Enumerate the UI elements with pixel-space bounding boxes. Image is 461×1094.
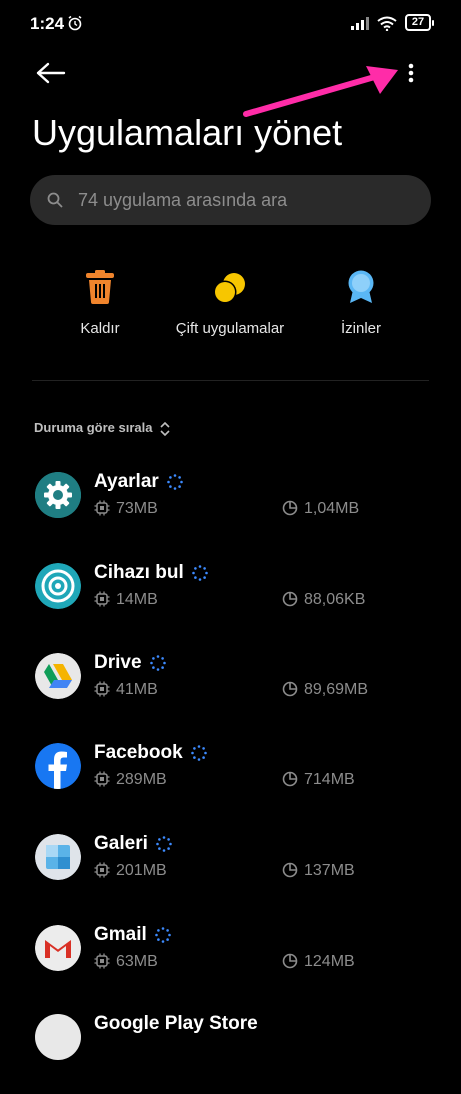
list-item[interactable]: Galeri 201MB 137MB bbox=[0, 833, 461, 914]
battery-icon: 27 bbox=[405, 14, 434, 31]
list-item[interactable]: Google Play Store bbox=[0, 1013, 461, 1094]
permissions-label: İzinler bbox=[340, 320, 381, 337]
ram-usage: 73MB bbox=[94, 500, 158, 518]
back-arrow-icon[interactable] bbox=[34, 58, 68, 88]
chip-icon bbox=[94, 681, 110, 697]
list-item[interactable]: Cihazı bul 14MB 88,06KB bbox=[0, 562, 461, 643]
app-name: Ayarlar bbox=[94, 471, 183, 493]
search-icon bbox=[47, 192, 63, 208]
gmail-icon bbox=[35, 925, 81, 971]
app-name: Drive bbox=[94, 652, 166, 674]
storage-pie-icon bbox=[282, 771, 298, 787]
app-name: Google Play Store bbox=[94, 1013, 258, 1034]
storage-usage: 89,69MB bbox=[282, 681, 368, 699]
more-options-icon[interactable] bbox=[400, 58, 422, 88]
gallery-icon bbox=[35, 834, 81, 880]
status-bar: 1:24 27 bbox=[0, 0, 461, 50]
sort-chevron-icon bbox=[160, 421, 170, 436]
search-input[interactable]: 74 uygulama arasında ara bbox=[30, 175, 431, 225]
loading-spinner-icon bbox=[156, 836, 172, 852]
find-device-icon bbox=[35, 563, 81, 609]
trash-icon bbox=[86, 270, 114, 304]
status-time: 1:24 bbox=[30, 14, 65, 33]
permissions-icon bbox=[348, 270, 374, 303]
list-item[interactable]: Gmail 63MB 124MB bbox=[0, 924, 461, 1005]
storage-pie-icon bbox=[282, 591, 298, 607]
ram-usage: 289MB bbox=[94, 771, 167, 789]
chip-icon bbox=[94, 591, 110, 607]
sort-dropdown[interactable]: Duruma göre sırala bbox=[34, 420, 170, 436]
loading-spinner-icon bbox=[149, 655, 166, 671]
loading-spinner-icon bbox=[190, 745, 207, 761]
ram-usage: 63MB bbox=[94, 953, 158, 971]
page-title: Uygulamaları yönet bbox=[32, 112, 343, 153]
wifi-icon bbox=[377, 16, 397, 31]
app-name: Cihazı bul bbox=[94, 562, 208, 584]
storage-usage: 137MB bbox=[282, 862, 355, 880]
drive-icon bbox=[35, 653, 81, 699]
app-name: Gmail bbox=[94, 924, 171, 946]
app-name: Galeri bbox=[94, 833, 172, 855]
loading-spinner-icon bbox=[155, 927, 171, 943]
settings-gear-icon bbox=[35, 472, 81, 518]
chip-icon bbox=[94, 500, 110, 516]
alarm-icon bbox=[68, 15, 82, 31]
dual-apps-icon bbox=[213, 273, 245, 304]
storage-pie-icon bbox=[282, 953, 298, 969]
ram-usage: 41MB bbox=[94, 681, 158, 699]
loading-spinner-icon bbox=[191, 565, 208, 581]
storage-usage: 1,04MB bbox=[282, 500, 359, 518]
storage-usage: 714MB bbox=[282, 771, 355, 789]
list-item[interactable]: Drive 41MB 89,69MB bbox=[0, 652, 461, 733]
facebook-icon bbox=[35, 743, 81, 789]
section-divider bbox=[32, 380, 429, 381]
sort-label: Duruma göre sırala bbox=[34, 420, 153, 435]
list-item[interactable]: Facebook 289MB 714MB bbox=[0, 742, 461, 823]
search-placeholder: 74 uygulama arasında ara bbox=[78, 190, 288, 210]
storage-pie-icon bbox=[282, 681, 298, 697]
chip-icon bbox=[94, 953, 110, 969]
play-store-icon bbox=[35, 1014, 81, 1060]
ram-usage: 14MB bbox=[94, 591, 158, 609]
storage-pie-icon bbox=[282, 500, 298, 516]
app-name: Facebook bbox=[94, 742, 207, 764]
storage-usage: 124MB bbox=[282, 953, 355, 971]
ram-usage: 201MB bbox=[94, 862, 167, 880]
storage-pie-icon bbox=[282, 862, 298, 878]
loading-spinner-icon bbox=[166, 474, 183, 490]
signal-icon bbox=[351, 17, 369, 30]
chip-icon bbox=[94, 862, 110, 878]
list-item[interactable]: Ayarlar 73MB 1,04MB bbox=[0, 471, 461, 552]
storage-usage: 88,06KB bbox=[282, 591, 365, 609]
chip-icon bbox=[94, 771, 110, 787]
